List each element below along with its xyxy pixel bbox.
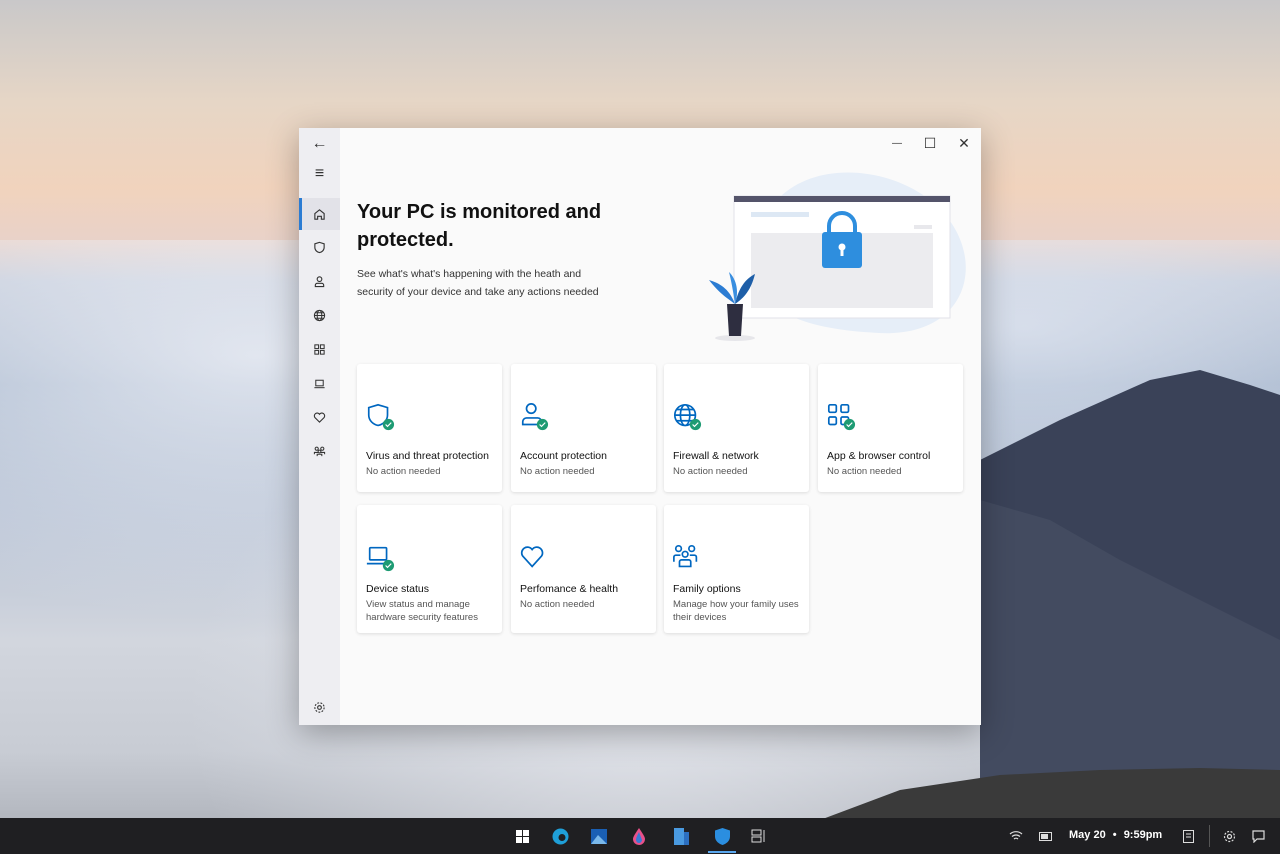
gear-icon [1223,830,1235,842]
globe-icon [673,403,702,431]
check-badge-icon [843,418,856,431]
heart-icon [313,411,326,423]
edge-button[interactable] [550,826,570,846]
settings-button[interactable] [299,691,340,723]
photos-icon [591,828,607,844]
card-status: No action needed [520,599,595,610]
security-taskbar-button[interactable] [712,826,732,846]
card-status: No action needed [827,466,902,477]
separator: • [1112,829,1117,841]
date-text: May 20 [1069,829,1106,841]
document-icon [673,827,689,845]
files-button[interactable] [671,826,691,846]
person-icon [314,275,325,287]
divider [1209,825,1210,847]
minimize-icon: — [892,137,902,149]
start-button[interactable] [512,826,532,846]
sidebar-item-family[interactable] [299,435,340,467]
card-shield[interactable]: Virus and threat protection No action nee… [357,364,502,492]
card-heart[interactable]: Perfomance & health No action needed [511,505,656,633]
check-badge-icon [689,418,702,431]
sidebar-item-virus[interactable] [299,231,340,263]
paint-drop-icon [633,827,645,845]
maximize-icon: ☐ [923,134,937,151]
card-status: No action needed [673,466,748,477]
menu-button[interactable]: ≡ [299,158,340,190]
card-person[interactable]: Account protection No action needed [511,364,656,492]
home-icon [314,208,325,220]
card-globe[interactable]: Firewall & network No action needed [664,364,809,492]
minimize-button[interactable]: — [880,132,914,154]
card-family[interactable]: Family options Manage how your family use… [664,505,809,633]
card-laptop[interactable]: Device status View status and manage hard… [357,505,502,633]
card-title: App & browser control [827,450,931,462]
sidebar-item-app-browser[interactable] [299,333,340,365]
sidebar-item-account[interactable] [299,265,340,297]
shield-icon [314,241,325,253]
back-arrow-icon: ← [311,135,328,152]
clock[interactable]: May 20 • 9:59pm [1069,829,1162,841]
battery-button[interactable] [1036,826,1056,846]
family-icon [673,544,698,568]
card-title: Virus and threat protection [366,450,489,462]
card-status: Manage how your family uses their device… [673,599,799,623]
lock-illustration [709,172,966,341]
wifi-button[interactable] [1006,826,1026,846]
globe-icon [313,309,326,321]
family-icon [313,446,326,456]
card-title: Device status [366,583,430,595]
card-status: View status and manage hardware security… [366,599,478,623]
apps-icon [827,403,856,431]
laptop-icon [314,379,325,388]
heart-icon [520,546,544,568]
task-view-icon [751,829,765,843]
page-description: See what's what's happening with the hea… [357,268,599,298]
card-title: Perfomance & health [520,583,619,595]
apps-icon [314,343,325,355]
taskbar: May 20 • 9:59pm [0,818,1280,854]
clipboard-icon [1182,829,1194,843]
close-icon: ✕ [958,134,970,151]
sidebar-item-performance[interactable] [299,401,340,433]
paint-button[interactable] [629,826,649,846]
sidebar-item-firewall[interactable] [299,299,340,331]
sidebar-item-device[interactable] [299,367,340,399]
person-icon [521,403,549,431]
check-badge-icon [382,559,395,572]
card-status: No action needed [366,466,441,477]
time-text: 9:59pm [1123,829,1163,841]
laptop-icon [366,546,395,572]
edge-icon [552,828,568,844]
close-button[interactable]: ✕ [947,132,981,154]
gear-icon [314,701,325,713]
card-title: Family options [673,583,741,595]
page-title: Your PC is monitored and protected. [357,201,602,251]
shield-icon [714,827,730,845]
card-apps[interactable]: App & browser control No action needed [818,364,963,492]
notifications-button[interactable] [1248,826,1268,846]
chat-icon [1251,829,1265,843]
card-title: Account protection [520,450,607,462]
settings-taskbar-button[interactable] [1219,826,1239,846]
back-button[interactable]: ← [299,128,340,160]
photos-button[interactable] [589,826,609,846]
task-view-button[interactable] [748,826,768,846]
active-indicator [708,851,736,853]
sidebar: ← ≡ [299,128,340,725]
check-badge-icon [382,418,395,431]
sidebar-item-home[interactable] [299,198,340,230]
shield-icon [367,403,395,431]
wifi-icon [1009,831,1023,840]
notepad-button[interactable] [1178,826,1198,846]
maximize-button[interactable]: ☐ [913,132,947,154]
card-title: Firewall & network [673,450,759,462]
battery-icon [1038,831,1052,841]
card-status: No action needed [520,466,595,477]
check-badge-icon [536,418,549,431]
hamburger-icon: ≡ [314,165,325,182]
security-window: ← ≡ — ☐ ✕ Your PC is monitored and prote… [299,128,981,725]
windows-icon [515,829,529,843]
